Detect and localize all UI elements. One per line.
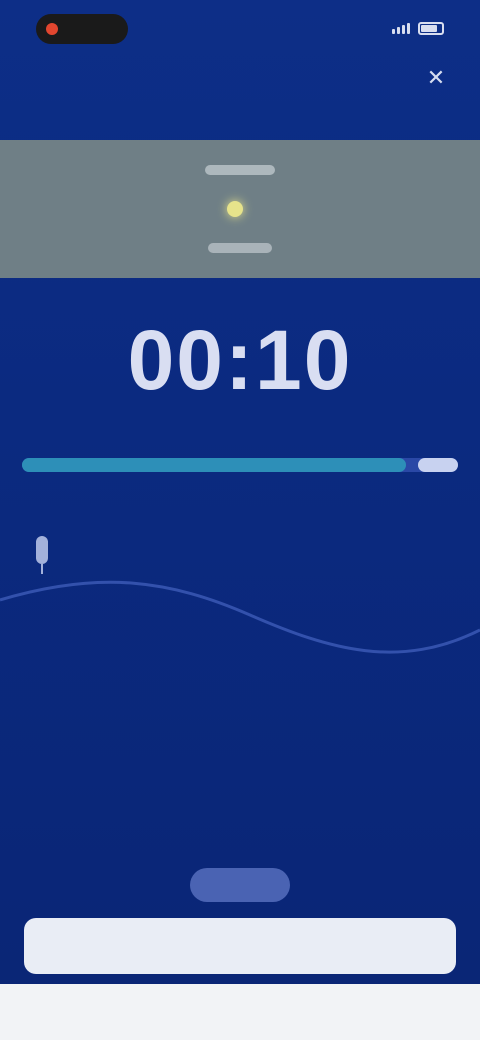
- primary-button[interactable]: [24, 918, 456, 974]
- battery-icon: [418, 22, 444, 35]
- banner-bottom-placeholder: [208, 243, 272, 253]
- timer-display: 00:10: [127, 313, 353, 407]
- signal-bars-icon: [392, 23, 410, 34]
- banner-top-placeholder: [205, 165, 275, 175]
- audio-waveform: [0, 580, 480, 654]
- status-bar: [0, 0, 480, 60]
- recording-screen: ✕ 00:10: [0, 0, 480, 1040]
- close-button[interactable]: ✕: [420, 62, 452, 94]
- bottom-safe-area: [0, 984, 480, 1040]
- progress-end-marker: [418, 458, 458, 472]
- status-icons: [392, 22, 444, 35]
- banner-row: [227, 201, 253, 217]
- progress-bar: [22, 458, 458, 472]
- close-icon: ✕: [426, 65, 446, 90]
- secondary-button[interactable]: [190, 868, 290, 902]
- lesson-banner: [0, 140, 480, 278]
- sun-icon: [227, 201, 243, 217]
- progress-fill: [22, 458, 406, 472]
- recording-status-pill: [36, 14, 128, 44]
- record-dot-icon: [46, 23, 58, 35]
